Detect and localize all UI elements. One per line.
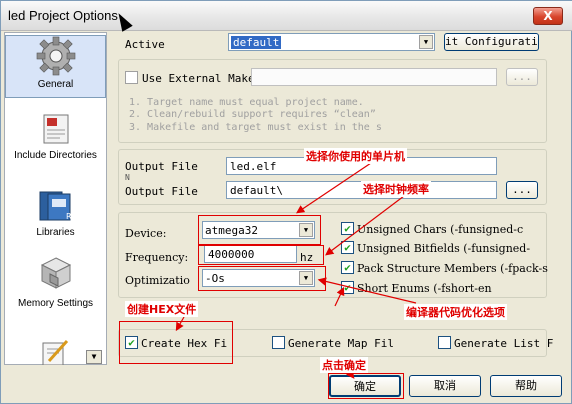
sidebar-item-label: Include Directories <box>14 150 97 161</box>
frequency-highlight-box <box>198 245 324 265</box>
external-makefile-field[interactable] <box>251 68 497 86</box>
browse-makefile-button[interactable]: ... <box>506 68 538 86</box>
sidebar-item-label: Memory Settings <box>17 298 94 309</box>
optimization-highlight-box <box>198 266 326 291</box>
window-title: led Project Options <box>8 8 118 23</box>
annotation-click-ok: 点击确定 <box>320 357 368 373</box>
gear-icon <box>36 36 75 76</box>
sidebar-item-memory-settings[interactable]: Memory Settings <box>5 255 106 325</box>
active-config-dropdown[interactable]: default ▼ <box>228 33 435 51</box>
custom-options-icon <box>42 339 68 365</box>
sidebar-item-label: Libraries <box>36 227 75 238</box>
short-enums-label: Short Enums (-fshort-en <box>357 282 492 295</box>
device-label: Device: <box>125 227 167 240</box>
short-enums-checkbox[interactable]: ✔ <box>341 281 354 294</box>
pack-structure-members-checkbox[interactable]: ✔ <box>341 261 354 274</box>
note-line: 1. Target name must equal project name. <box>129 97 364 108</box>
cancel-button[interactable]: 取消 <box>409 375 481 397</box>
output-directory-value: default\ <box>230 184 283 197</box>
ok-highlight-box <box>328 373 404 399</box>
unsigned-bitfields-label: Unsigned Bitfields (-funsigned- <box>357 242 531 255</box>
title-bar[interactable]: led Project Options X <box>1 1 572 31</box>
sidebar-scroll-down-button[interactable]: ▼ <box>86 350 102 364</box>
sidebar-item-libraries[interactable]: R Libraries <box>5 188 106 244</box>
sidebar-item-general[interactable]: General <box>5 35 106 98</box>
svg-text:R: R <box>66 212 72 221</box>
create-hex-highlight-box <box>119 321 233 364</box>
help-button[interactable]: 帮助 <box>490 375 562 397</box>
unsigned-bitfields-checkbox[interactable]: ✔ <box>341 241 354 254</box>
close-button[interactable]: X <box>533 7 563 25</box>
active-config-label: Active <box>125 38 165 51</box>
annotation-optimization: 编译器代码优化选项 <box>404 304 507 320</box>
sidebar-item-label: General <box>37 79 74 90</box>
annotation-select-mcu: 选择你使用的单片机 <box>304 148 407 164</box>
note-line: 2. Clean/rebuild support requires “clean… <box>129 109 376 120</box>
output-file-label: Output File <box>125 160 198 173</box>
unsigned-chars-checkbox[interactable]: ✔ <box>341 222 354 235</box>
browse-output-directory-button[interactable]: ... <box>506 181 538 199</box>
generate-map-file-label: Generate Map Fil <box>288 337 394 350</box>
memory-settings-icon <box>40 257 71 289</box>
include-directories-icon <box>43 114 68 144</box>
device-highlight-box <box>198 215 321 245</box>
project-options-window: led Project Options X General Include Di… <box>0 0 572 404</box>
output-directory-label: Output File <box>125 185 198 198</box>
sidebar-item-include-directories[interactable]: Include Directories <box>5 111 106 177</box>
unsigned-chars-label: Unsigned Chars (-funsigned-c <box>357 223 524 236</box>
use-external-makefile-label: Use External Makef <box>142 72 262 85</box>
libraries-icon: R <box>39 191 72 221</box>
active-config-value: default <box>231 36 282 49</box>
note-line: 3. Makefile and target must exist in the… <box>129 122 382 133</box>
generate-map-file-checkbox[interactable] <box>272 336 285 349</box>
annotation-select-clock: 选择时钟频率 <box>361 181 431 197</box>
use-external-makefile-checkbox[interactable] <box>125 71 138 84</box>
options-sidebar: General Include Directories R Libraries <box>4 32 107 365</box>
pack-structure-members-label: Pack Structure Members (-fpack-s <box>357 262 548 275</box>
output-file-overlap-text: N <box>125 173 130 182</box>
generate-list-file-checkbox[interactable] <box>438 336 451 349</box>
generate-list-file-label: Generate List F <box>454 337 554 350</box>
optimization-label: Optimizatio <box>125 274 190 287</box>
chevron-down-icon[interactable]: ▼ <box>419 35 433 49</box>
frequency-label: Frequency: <box>125 251 189 264</box>
output-file-name-value: led.elf <box>230 160 277 173</box>
annotation-create-hex: 创建HEX文件 <box>125 301 199 317</box>
edit-configuration-button[interactable]: it Configuratio <box>444 33 539 51</box>
